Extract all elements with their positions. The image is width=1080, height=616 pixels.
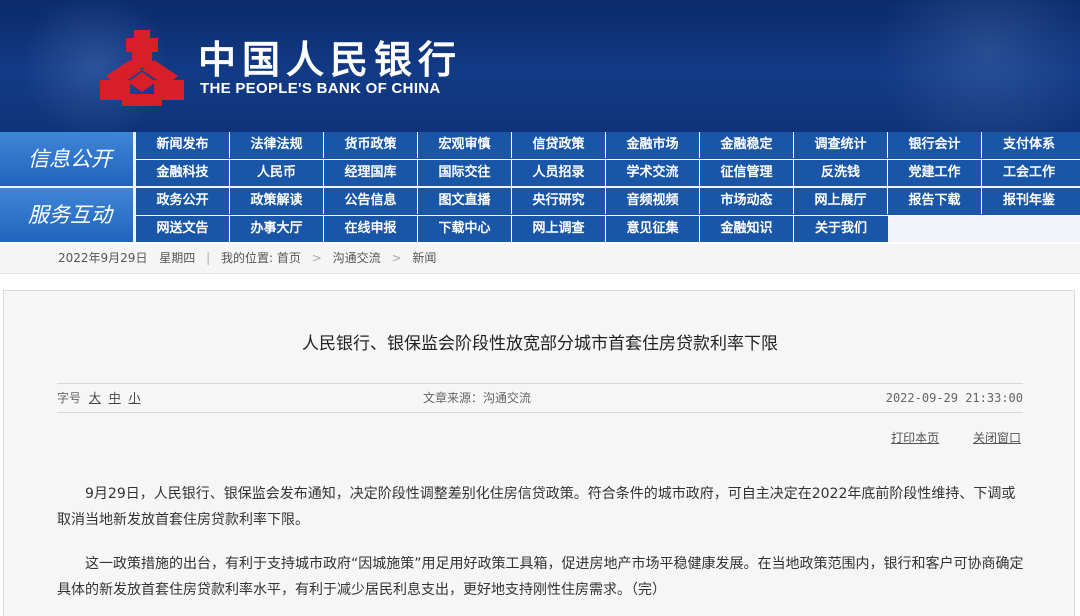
font-size-control: 字号 大 中 小 — [57, 384, 141, 412]
nav-item-payment[interactable]: 支付体系 — [982, 132, 1076, 158]
nav-item-feedback[interactable]: 意见征集 — [606, 216, 700, 242]
chevron-right-icon: > — [311, 251, 322, 265]
nav-item-market-trends[interactable]: 市场动态 — [700, 188, 794, 214]
main-navigation: 信息公开 新闻发布 法律法规 货币政策 宏观审慎 信贷政策 金融市场 金融稳定 … — [0, 132, 1080, 242]
logo-chinese-name: 中国人民银行 — [198, 37, 463, 82]
nav-item-announcements[interactable]: 公告信息 — [324, 188, 418, 214]
nav-item-anti-money-laundering[interactable]: 反洗钱 — [794, 160, 888, 186]
nav-item-service-hall[interactable]: 办事大厅 — [230, 216, 324, 242]
breadcrumb-communication[interactable]: 沟通交流 — [333, 251, 381, 265]
nav-row: 网送文告 办事大厅 在线申报 下载中心 网上调查 意见征集 金融知识 关于我们 — [136, 215, 1080, 242]
nav-row: 政务公开 政策解读 公告信息 图文直播 央行研究 音频视频 市场动态 网上展厅 … — [136, 188, 1080, 215]
nav-item-academic[interactable]: 学术交流 — [606, 160, 700, 186]
article-datetime: 2022-09-29 21:33:00 — [885, 391, 1023, 405]
nav-item-media[interactable]: 音频视频 — [606, 188, 700, 214]
article-meta: 字号 大 中 小 文章来源：沟通交流 2022-09-29 21:33:00 — [57, 383, 1023, 413]
banner-decoration — [850, 0, 1080, 132]
logo-english-name: THE PEOPLE'S BANK OF CHINA — [200, 80, 441, 97]
pboc-logo-icon[interactable] — [100, 30, 184, 108]
breadcrumb: 2022年9月29日 星期四 | 我的位置: 首页 > 沟通交流 > 新闻 — [0, 244, 1080, 274]
article-paragraph: 这一政策措施的出台，有利于支持城市政府“因城施策”用足用好政策工具箱，促进房地产… — [57, 556, 1024, 598]
nav-item-online-exhibition[interactable]: 网上展厅 — [794, 188, 888, 214]
nav-item-accounting[interactable]: 银行会计 — [888, 132, 982, 158]
nav-item-online-survey[interactable]: 网上调查 — [512, 216, 606, 242]
nav-item-live[interactable]: 图文直播 — [418, 188, 512, 214]
nav-item-yearbook[interactable]: 报刊年鉴 — [982, 188, 1076, 214]
nav-group-label[interactable]: 服务互动 — [0, 188, 133, 242]
nav-item-financial-knowledge[interactable]: 金融知识 — [700, 216, 794, 242]
font-size-medium-link[interactable]: 中 — [109, 391, 121, 405]
nav-group-label[interactable]: 信息公开 — [0, 132, 133, 186]
nav-item-news[interactable]: 新闻发布 — [136, 132, 230, 158]
nav-item-monetary-policy[interactable]: 货币政策 — [324, 132, 418, 158]
nav-item-online-filing[interactable]: 在线申报 — [324, 216, 418, 242]
nav-item-treasury[interactable]: 经理国库 — [324, 160, 418, 186]
print-page-link[interactable]: 打印本页 — [891, 431, 939, 445]
nav-item-macroprudential[interactable]: 宏观审慎 — [418, 132, 512, 158]
nav-item-research[interactable]: 央行研究 — [512, 188, 606, 214]
nav-rows: 政务公开 政策解读 公告信息 图文直播 央行研究 音频视频 市场动态 网上展厅 … — [136, 188, 1080, 242]
font-size-small-link[interactable]: 小 — [129, 391, 141, 405]
nav-row: 新闻发布 法律法规 货币政策 宏观审慎 信贷政策 金融市场 金融稳定 调查统计 … — [136, 132, 1080, 159]
breadcrumb-news[interactable]: 新闻 — [412, 251, 436, 265]
close-window-link[interactable]: 关闭窗口 — [973, 431, 1021, 445]
nav-item-report-download[interactable]: 报告下载 — [888, 188, 982, 214]
header-banner: 中国人民银行 THE PEOPLE'S BANK OF CHINA — [0, 0, 1080, 132]
current-weekday: 星期四 — [159, 251, 196, 265]
nav-item-government-affairs[interactable]: 政务公开 — [136, 188, 230, 214]
nav-item-financial-market[interactable]: 金融市场 — [606, 132, 700, 158]
nav-item-policy-interpretation[interactable]: 政策解读 — [230, 188, 324, 214]
nav-item-union[interactable]: 工会工作 — [982, 160, 1076, 186]
nav-item-about-us[interactable]: 关于我们 — [794, 216, 888, 242]
nav-item-laws[interactable]: 法律法规 — [230, 132, 324, 158]
current-date: 2022年9月29日 — [58, 251, 148, 265]
nav-row: 金融科技 人民币 经理国库 国际交往 人员招录 学术交流 征信管理 反洗钱 党建… — [136, 159, 1080, 186]
location-label: 我的位置: — [221, 251, 274, 265]
font-size-label: 字号 — [57, 391, 82, 405]
nav-item-rmb[interactable]: 人民币 — [230, 160, 324, 186]
article-container: 人民银行、银保监会阶段性放宽部分城市首套住房贷款利率下限 字号 大 中 小 文章… — [3, 290, 1075, 616]
article-paragraph: 9月29日，人民银行、银保监会发布通知，决定阶段性调整差别化住房信贷政策。符合条… — [57, 486, 1016, 528]
nav-item-recruitment[interactable]: 人员招录 — [512, 160, 606, 186]
article-title: 人民银行、银保监会阶段性放宽部分城市首套住房贷款利率下限 — [302, 334, 778, 354]
nav-item-notices[interactable]: 网送文告 — [136, 216, 230, 242]
nav-item-credit-reference[interactable]: 征信管理 — [700, 160, 794, 186]
font-size-large-link[interactable]: 大 — [89, 391, 101, 405]
nav-group-info: 信息公开 新闻发布 法律法规 货币政策 宏观审慎 信贷政策 金融市场 金融稳定 … — [0, 132, 1080, 186]
nav-item-statistics[interactable]: 调查统计 — [794, 132, 888, 158]
chevron-right-icon: > — [391, 251, 402, 265]
nav-item-fintech[interactable]: 金融科技 — [136, 160, 230, 186]
article-source: 文章来源：沟通交流 — [423, 391, 532, 405]
nav-item-international[interactable]: 国际交往 — [418, 160, 512, 186]
nav-rows: 新闻发布 法律法规 货币政策 宏观审慎 信贷政策 金融市场 金融稳定 调查统计 … — [136, 132, 1080, 186]
article-tools: 打印本页 关闭窗口 — [861, 429, 1021, 446]
breadcrumb-divider: | — [206, 251, 211, 265]
nav-item-credit-policy[interactable]: 信贷政策 — [512, 132, 606, 158]
nav-item-financial-stability[interactable]: 金融稳定 — [700, 132, 794, 158]
nav-item-download-center[interactable]: 下载中心 — [418, 216, 512, 242]
nav-group-service: 服务互动 政务公开 政策解读 公告信息 图文直播 央行研究 音频视频 市场动态 … — [0, 188, 1080, 242]
breadcrumb-home[interactable]: 首页 — [277, 251, 301, 265]
nav-item-party-building[interactable]: 党建工作 — [888, 160, 982, 186]
